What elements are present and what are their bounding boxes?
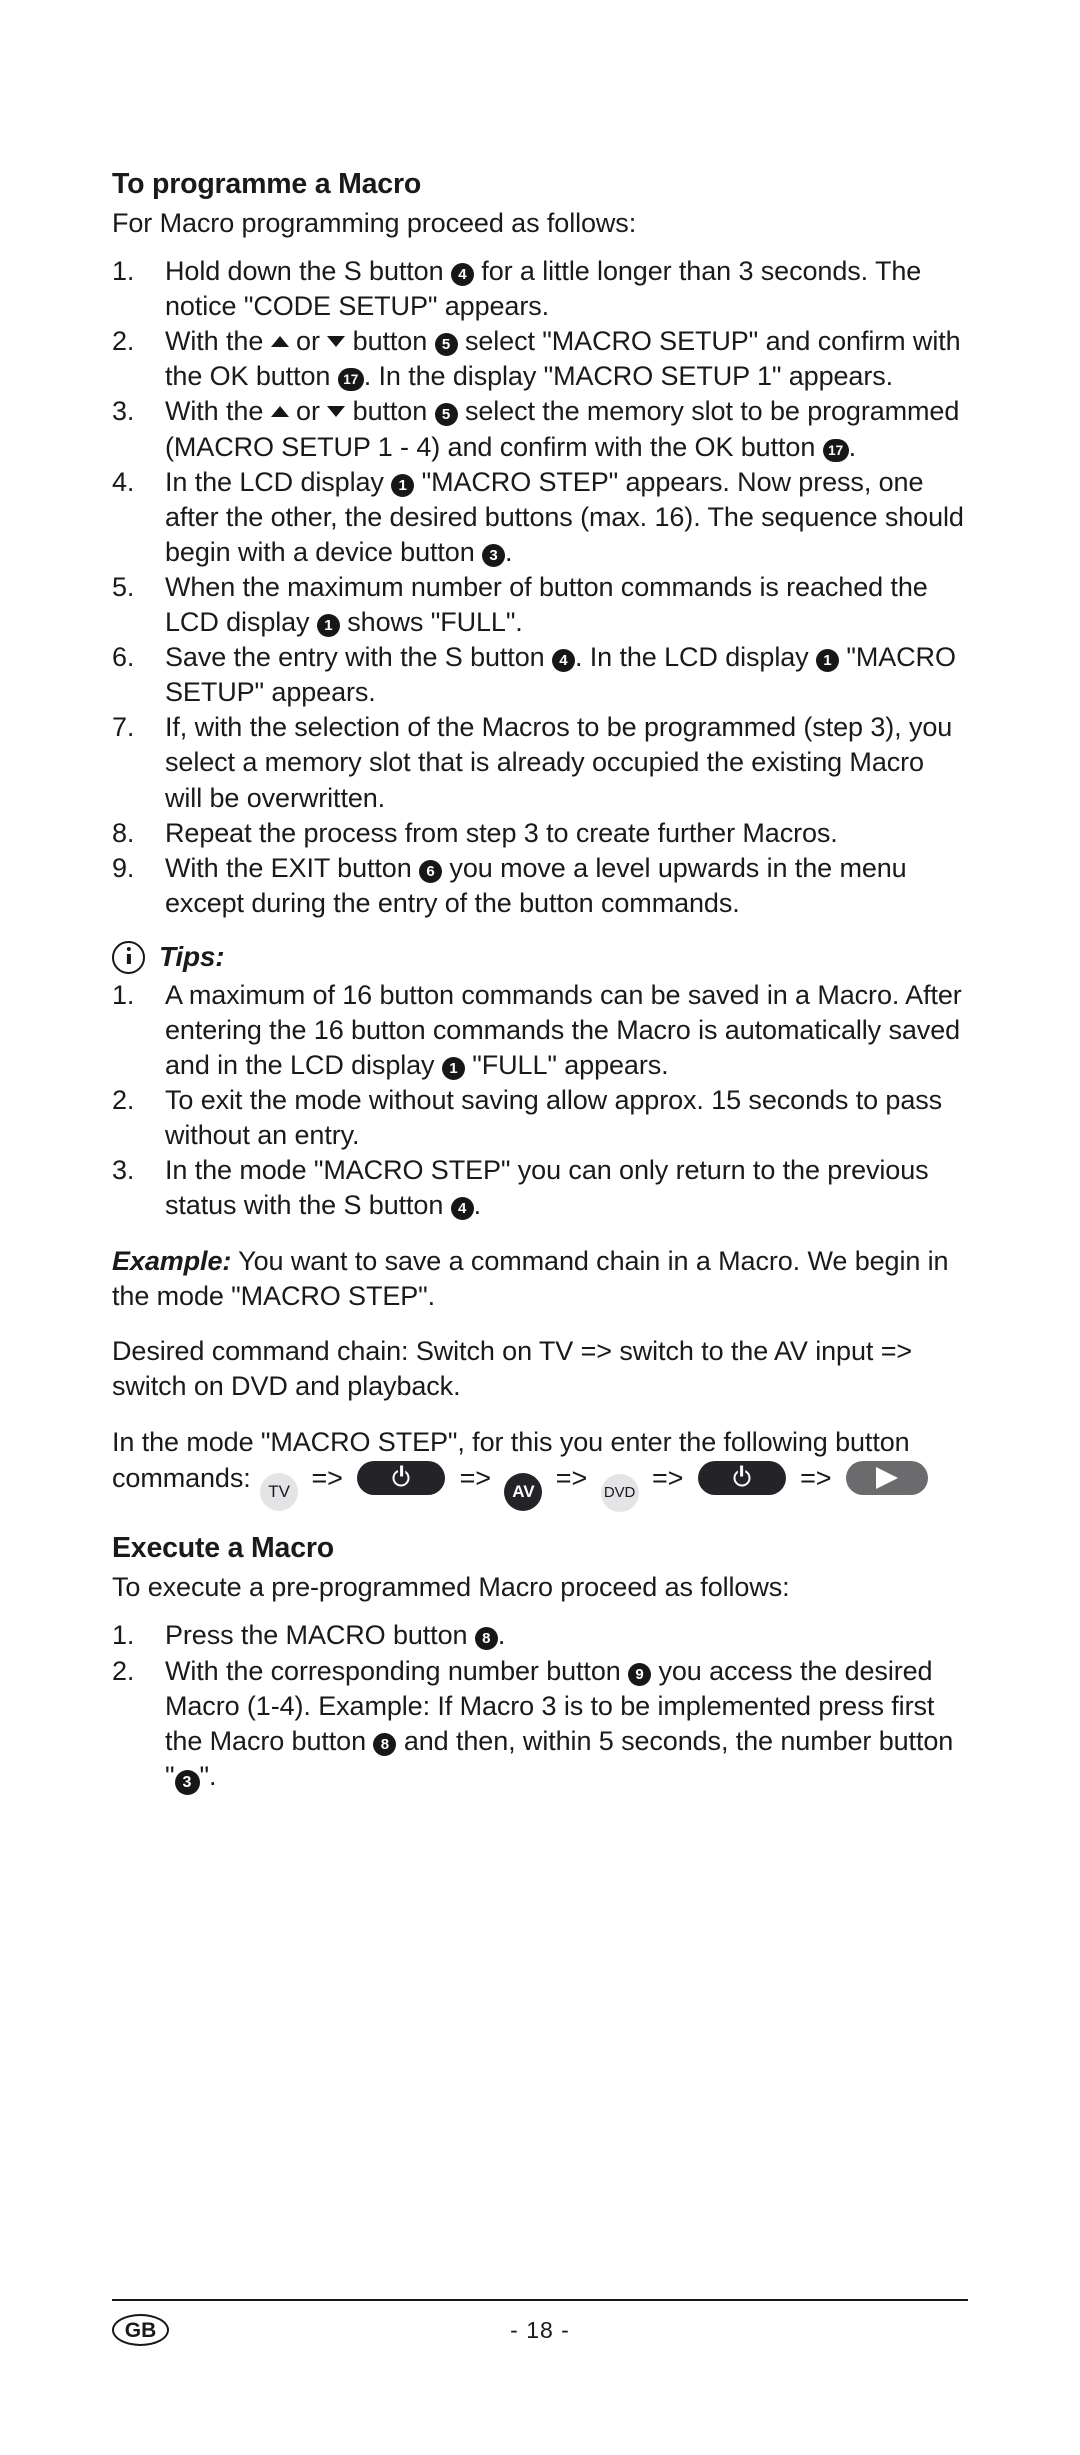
page-title-execute-macro: Execute a Macro	[112, 1532, 334, 1565]
list-item: 3. In the mode "MACRO STEP" you can only …	[112, 1155, 929, 1221]
list-item-number: 8.	[112, 817, 135, 848]
info-icon	[112, 940, 145, 974]
reference-marker-8: 8	[474, 1627, 498, 1651]
list-item: 1. A maximum of 16 button commands can be…	[112, 979, 962, 1081]
example-sequence-paragraph: In the mode "MACRO STEP", for this you e…	[112, 1424, 968, 1513]
reference-marker-3: 3	[174, 1769, 200, 1795]
page-title-programme-macro: To programme a Macro	[112, 168, 422, 200]
page-content: To programme a Macro For Macro programmi…	[112, 168, 968, 1815]
reference-marker-8: 8	[373, 1732, 397, 1756]
arrow-down-icon	[327, 406, 346, 418]
list-item: 8. Repeat the process from step 3 to crea…	[112, 816, 968, 851]
key-dvd-icon: DVD	[600, 1474, 639, 1513]
key-power-icon	[357, 1461, 446, 1496]
list-item: 9. With the EXIT button 6 you move a leve…	[112, 852, 907, 918]
tips-title: Tips:	[159, 941, 225, 973]
list-item-number: 7.	[112, 712, 135, 743]
arrow-down-icon	[327, 336, 346, 348]
reference-marker-5: 5	[434, 403, 458, 427]
reference-marker-9: 9	[628, 1662, 652, 1686]
list-item-number: 1.	[112, 256, 135, 287]
list-item-number: 3.	[112, 1155, 135, 1186]
key-av-icon: AV	[504, 1473, 543, 1512]
tips-heading-row: Tips:	[112, 940, 968, 974]
tips-steps: 1. A maximum of 16 button commands can be…	[112, 978, 968, 1224]
power-glyph	[392, 1469, 410, 1487]
list-item: 4. In the LCD display 1 "MACRO STEP" appe…	[112, 466, 964, 567]
key-tv-icon: TV	[260, 1473, 299, 1512]
list-item: 6. Save the entry with the S button 4. In…	[112, 642, 956, 708]
reference-marker-4: 4	[450, 263, 474, 287]
list-item: 2. To exit the mode without saving allow …	[112, 1085, 943, 1151]
list-item-number: 1.	[112, 1620, 135, 1651]
page-footer: GB - 18 -	[112, 2299, 968, 2355]
key-play-icon	[845, 1461, 928, 1496]
page-number: - 18 -	[510, 2317, 570, 2343]
list-item-number: 5.	[112, 571, 135, 602]
list-item: 2. With the or button 5 select "MACRO SET…	[112, 326, 961, 392]
list-item-number: 2.	[112, 326, 135, 357]
button-command-sequence: TV => => AV => DVD => =>	[258, 1461, 931, 1513]
list-item-number: 2.	[112, 1085, 135, 1116]
sequence-arrow: =>	[651, 1463, 684, 1494]
reference-marker-4: 4	[551, 649, 575, 673]
reference-marker-17: 17	[337, 368, 364, 392]
execute-macro-steps: 1. Press the MACRO button 8. 2. With the co…	[112, 1618, 968, 1795]
list-item: 1. Press the MACRO button 8.	[112, 1618, 968, 1653]
list-item-number: 1.	[112, 979, 135, 1010]
list-item: 3. With the or button 5 select the memory…	[112, 396, 960, 462]
programme-macro-lead: For Macro programming proceed as follows…	[112, 207, 637, 238]
reference-marker-1: 1	[316, 614, 340, 638]
execute-macro-lead: To execute a pre-programmed Macro procee…	[112, 1571, 790, 1602]
sequence-arrow: =>	[311, 1463, 343, 1494]
example-intro-text: You want to save a command chain in a Ma…	[112, 1245, 949, 1311]
power-glyph	[733, 1469, 751, 1487]
reference-marker-5: 5	[434, 333, 458, 357]
list-item-number: 4.	[112, 466, 135, 497]
example-label: Example:	[112, 1245, 232, 1276]
reference-marker-1: 1	[391, 473, 415, 497]
key-power-icon	[697, 1461, 786, 1496]
programme-macro-steps: 1. Hold down the S button 4 for a little …	[112, 254, 968, 921]
play-glyph	[875, 1467, 898, 1490]
footer-content: GB - 18 -	[112, 2301, 968, 2355]
sequence-arrow: =>	[555, 1463, 588, 1494]
sequence-arrow: =>	[459, 1463, 491, 1494]
example-chain-paragraph: Desired command chain: Switch on TV => s…	[112, 1335, 913, 1401]
list-item-number: 2.	[112, 1655, 135, 1686]
document-page: To programme a Macro For Macro programmi…	[112, 0, 968, 2455]
list-item: 1. Hold down the S button 4 for a little …	[112, 256, 922, 322]
reference-marker-4: 4	[450, 1197, 474, 1221]
reference-marker-3: 3	[482, 543, 506, 567]
reference-marker-1: 1	[441, 1057, 465, 1081]
arrow-up-icon	[270, 406, 289, 418]
arrow-up-icon	[270, 336, 289, 348]
example-paragraph: Example: You want to save a command chai…	[112, 1244, 968, 1314]
list-item: 5. When the maximum number of button comm…	[112, 571, 928, 638]
sequence-arrow: =>	[800, 1463, 832, 1494]
list-item-number: 3.	[112, 396, 135, 427]
reference-marker-1: 1	[815, 649, 839, 673]
reference-marker-17: 17	[822, 438, 849, 462]
list-item-number: 9.	[112, 852, 135, 883]
reference-marker-6: 6	[419, 859, 443, 883]
list-item: 2. With the corresponding number button 9…	[112, 1654, 968, 1795]
list-item: 7. If, with the selection of the Macros t…	[112, 712, 953, 813]
list-item-number: 6.	[112, 642, 135, 673]
